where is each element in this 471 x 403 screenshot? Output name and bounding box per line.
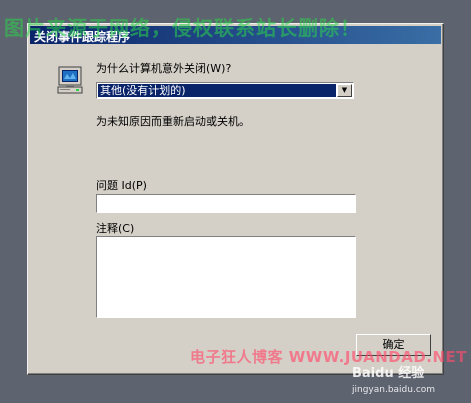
chevron-down-icon[interactable]: ▼ <box>337 84 352 97</box>
problem-id-input[interactable] <box>96 194 356 213</box>
shutdown-event-tracker-dialog: 关闭事件跟踪程序 为什么计算机意外关闭(W)? 其他(没有计划的) ▼ 为未知原… <box>27 23 444 375</box>
dialog-title: 关闭事件跟踪程序 <box>34 30 131 44</box>
comment-label: 注释(C) <box>96 222 135 235</box>
ok-button[interactable]: 确定 <box>356 334 431 356</box>
title-bar[interactable]: 关闭事件跟踪程序 <box>30 26 441 44</box>
computer-icon <box>54 64 86 96</box>
comment-textarea[interactable] <box>96 236 356 318</box>
problem-id-label: 问题 Id(P) <box>96 179 147 192</box>
reason-description: 为未知原因而重新启动或关机。 <box>96 115 250 128</box>
baidu-url: jingyan.baidu.com <box>352 385 436 395</box>
reason-label: 为什么计算机意外关闭(W)? <box>96 62 232 75</box>
reason-selected-value: 其他(没有计划的) <box>98 84 336 97</box>
reason-dropdown[interactable]: 其他(没有计划的) ▼ <box>96 82 354 99</box>
